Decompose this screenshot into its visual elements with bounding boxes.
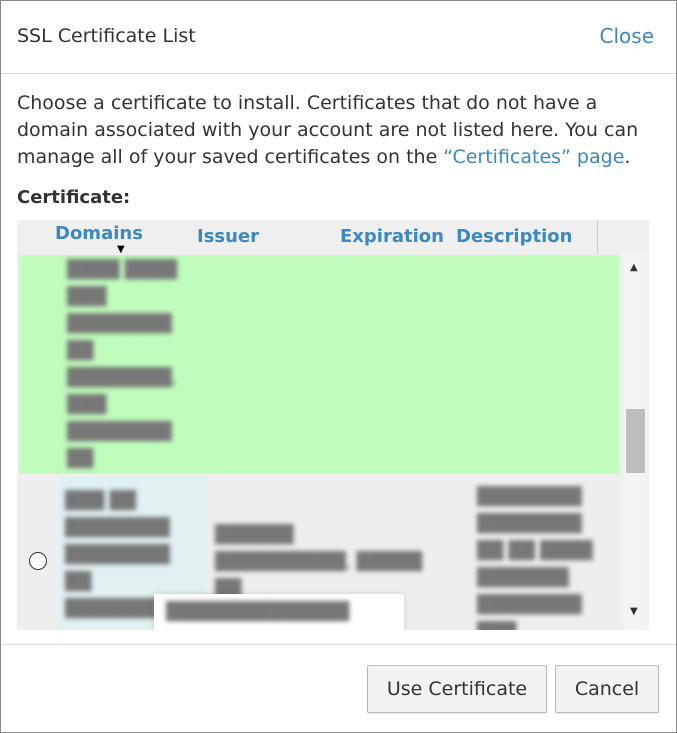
scroll-up-icon[interactable]: ▲ <box>630 262 638 273</box>
dialog-footer: Use Certificate Cancel <box>1 644 676 733</box>
column-domains[interactable]: Domains <box>55 223 143 257</box>
blurred-tooltip-text: ██████████████ <box>166 602 350 622</box>
dialog-header: SSL Certificate List Close <box>1 1 676 74</box>
blurred-issuer: ██████ ██████████, █████ ██ <box>215 525 422 599</box>
certificate-list: Domains ▼ Issuer Expiration Description … <box>17 220 649 630</box>
blurred-domains: ████ ████ ███ ████████ ██ ████████, ███ ██████… <box>67 260 177 469</box>
use-certificate-button[interactable]: Use Certificate <box>367 665 547 713</box>
scroll-thumb[interactable] <box>626 409 645 473</box>
certificate-radio[interactable] <box>29 552 47 570</box>
scrollbar[interactable]: ▲ ▼ <box>623 254 647 630</box>
table-row[interactable]: ███ ██ ████████ ████████ ██ ███████ ██████ ██… <box>19 476 619 630</box>
scroll-down-icon[interactable]: ▼ <box>630 606 638 617</box>
intro-end: . <box>624 146 631 168</box>
intro-text: Choose a certificate to install. Certifi… <box>17 90 667 171</box>
dialog-title: SSL Certificate List <box>17 25 196 47</box>
table-row-selected[interactable]: ████ ████ ███ ████████ ██ ████████, ███ ██████… <box>19 255 619 474</box>
ssl-certificate-dialog: SSL Certificate List Close Choose a cert… <box>0 0 677 733</box>
blurred-description: ████████ ████████ ██ ██ ████ ███████ ███████… <box>477 487 593 630</box>
certificates-page-link[interactable]: “Certificates” page <box>443 146 624 168</box>
certificate-label: Certificate: <box>17 187 131 208</box>
header-divider <box>597 220 598 254</box>
close-link[interactable]: Close <box>600 24 654 48</box>
tooltip: ██████████████ <box>154 594 404 630</box>
cancel-button[interactable]: Cancel <box>555 665 659 713</box>
sort-down-icon: ▼ <box>117 244 125 255</box>
